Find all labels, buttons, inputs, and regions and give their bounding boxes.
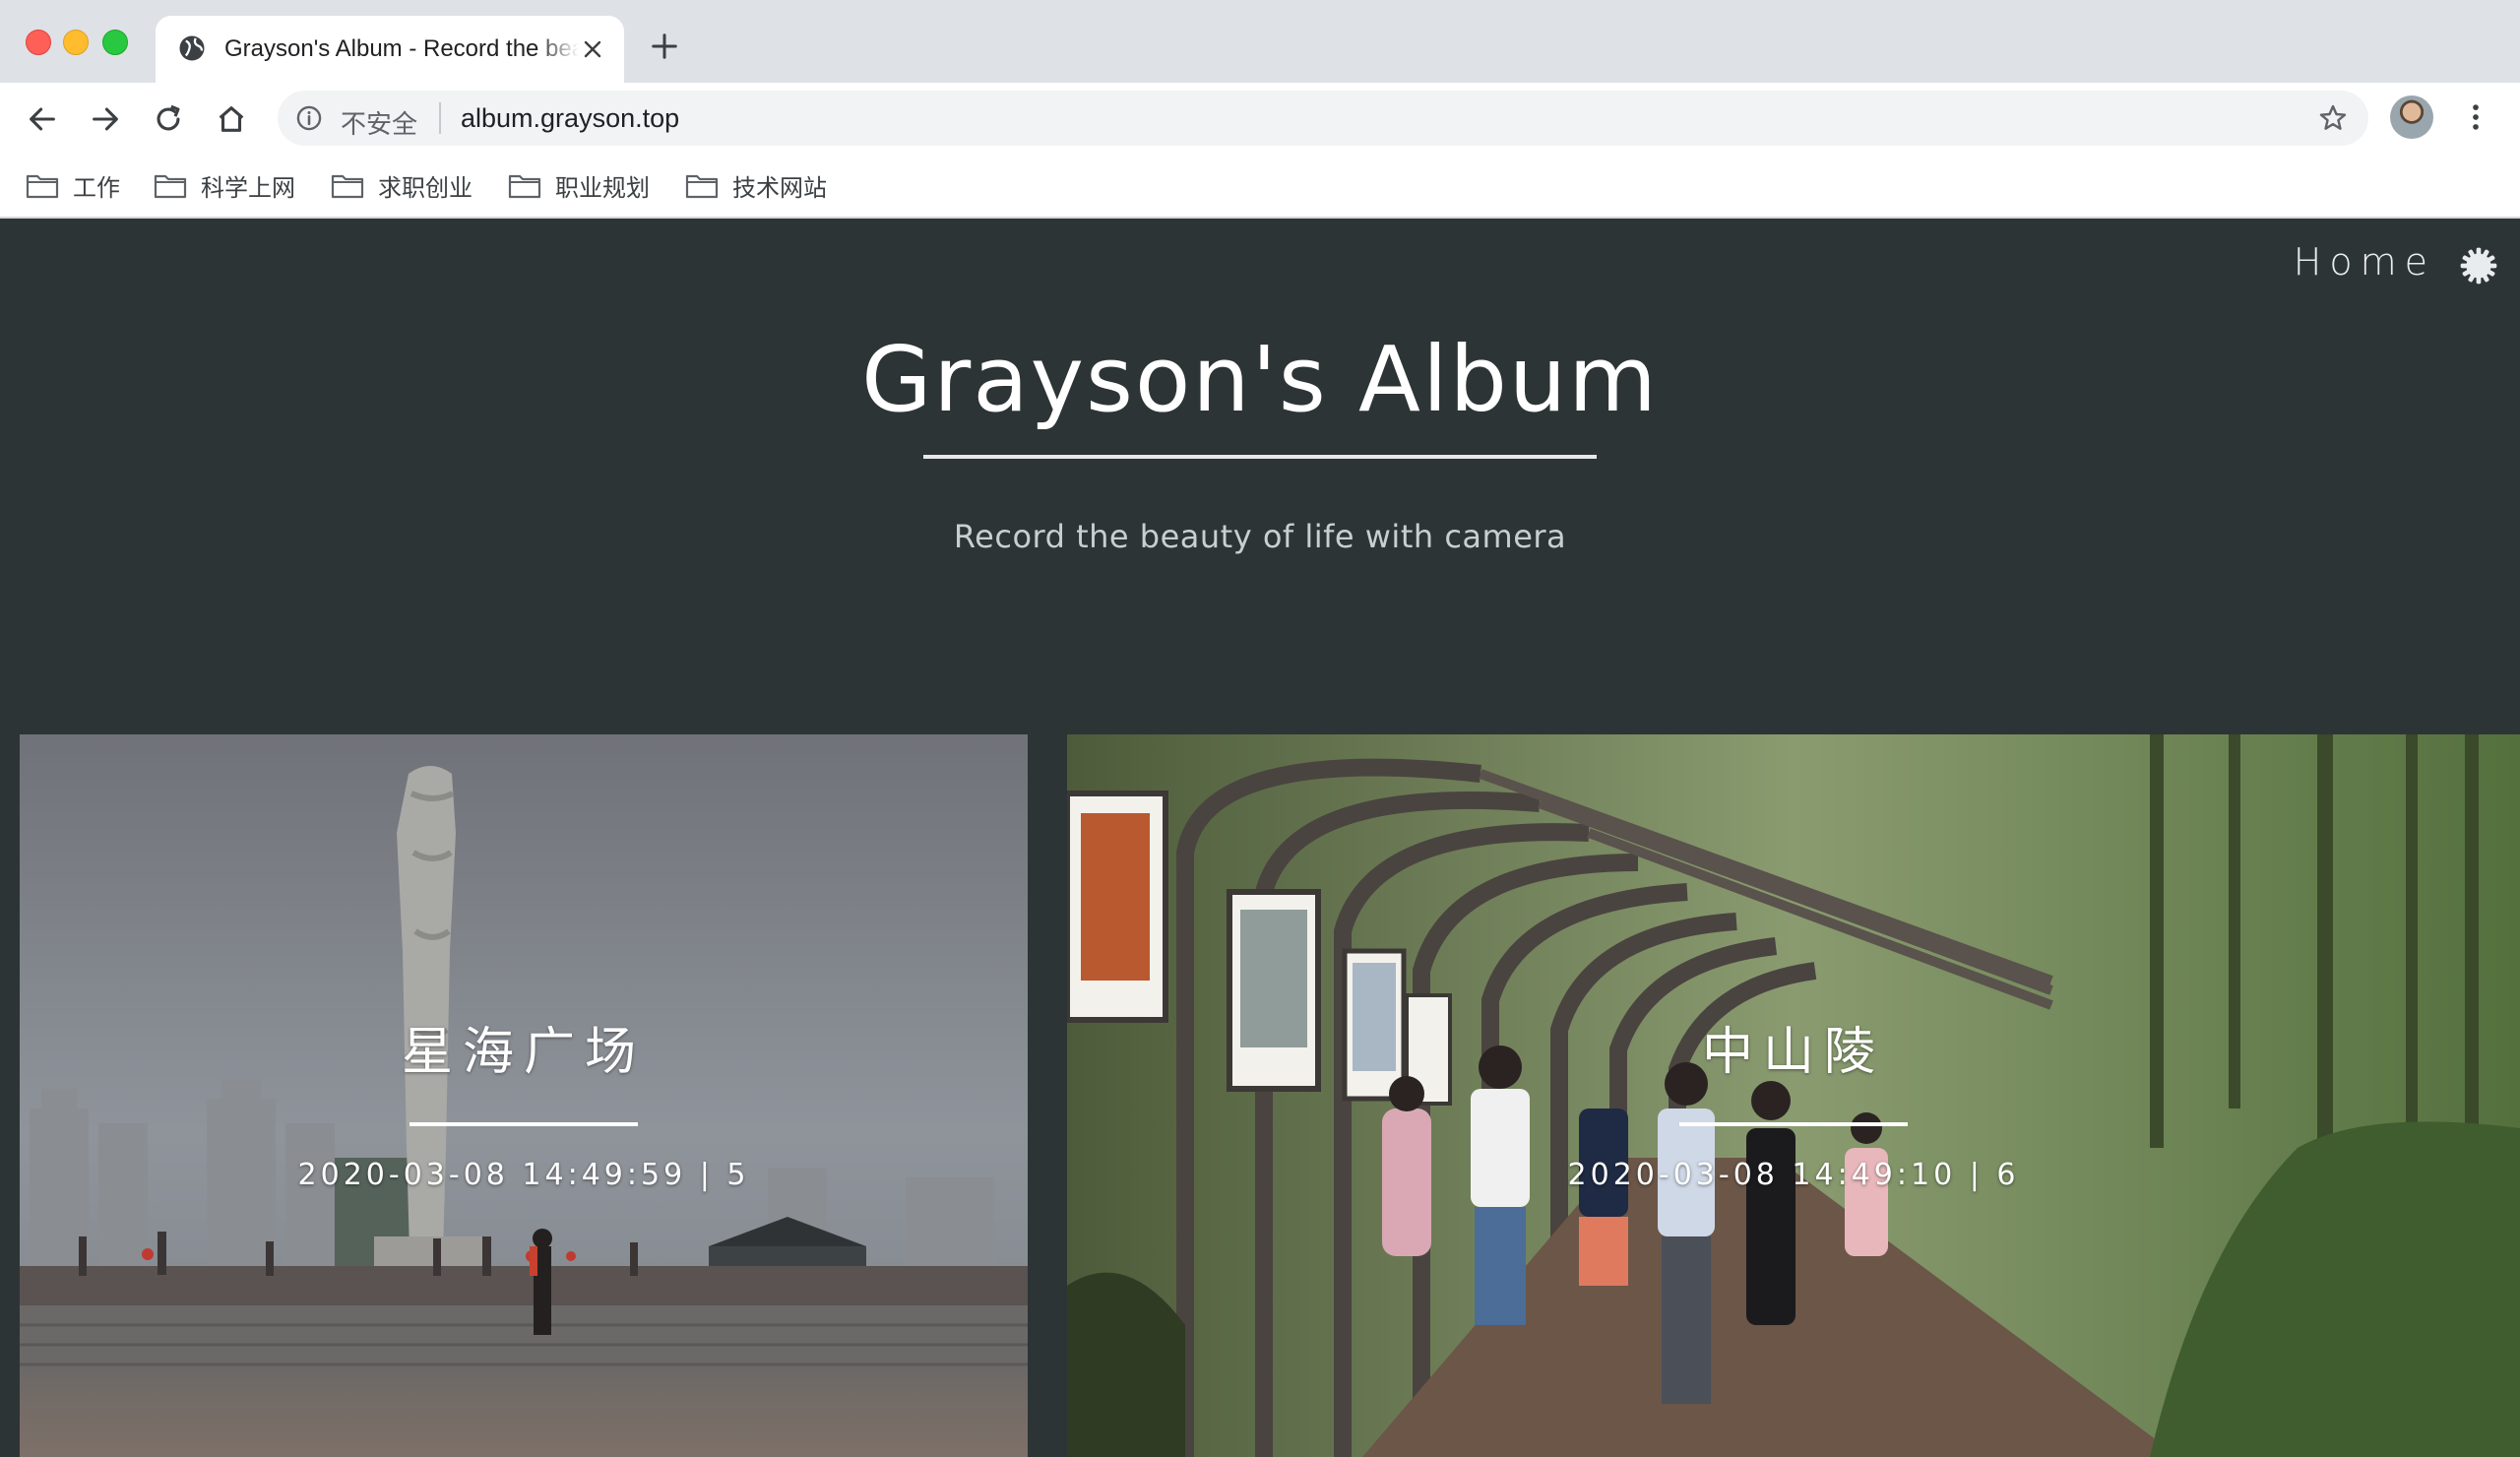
new-tab-icon[interactable] [650, 32, 679, 61]
site-title: Grayson's Album [861, 327, 1659, 432]
folder-icon [26, 174, 59, 199]
album-card[interactable]: 中山陵 2020-03-08 14:49:10 | 6 [1067, 734, 2520, 1457]
bookmark-star-icon[interactable] [2317, 102, 2349, 134]
album-cover-photo [20, 734, 1028, 1457]
maximize-window-button[interactable] [102, 30, 128, 55]
site-subtitle: Record the beauty of life with camera [953, 518, 1567, 555]
profile-avatar[interactable] [2390, 95, 2433, 139]
home-icon[interactable] [215, 102, 248, 136]
album-title-underline [1679, 1122, 1908, 1126]
forward-arrow-icon[interactable] [89, 102, 122, 136]
album-meta: 2020-03-08 14:49:10 | 6 [1567, 1158, 2020, 1192]
globe-icon [179, 35, 205, 61]
bookmark-label: 求职创业 [378, 173, 472, 202]
more-vert-icon[interactable] [2459, 100, 2492, 134]
bookmark-label: 工作 [73, 173, 120, 202]
tab-active[interactable]: Grayson's Album - Record the beauty of l… [156, 16, 624, 83]
close-tab-icon[interactable] [581, 37, 604, 61]
album-page: Home Grayson's Album Record the beauty o… [0, 219, 2520, 1457]
album-card[interactable]: 星海广场 2020-03-08 14:49:59 | 5 [20, 734, 1028, 1457]
title-underline [923, 455, 1597, 459]
bookmark-folder[interactable]: 求职创业 [331, 167, 472, 203]
folder-icon [154, 174, 187, 199]
bookmark-folder[interactable]: 科学上网 [154, 167, 295, 203]
folder-icon [331, 174, 364, 199]
address-bar[interactable]: 不安全 album.grayson.top [278, 91, 2368, 146]
close-window-button[interactable] [26, 30, 51, 55]
bookmark-label: 职业规划 [555, 173, 650, 202]
reload-icon[interactable] [152, 102, 185, 136]
info-icon[interactable] [295, 104, 323, 132]
album-cover-photo [1067, 734, 2520, 1457]
tab-title: Grayson's Album - Record the beauty of l… [224, 35, 579, 62]
minimize-window-button[interactable] [63, 30, 89, 55]
bookmark-folder[interactable]: 技术网站 [685, 167, 827, 203]
back-arrow-icon[interactable] [26, 102, 59, 136]
bookmark-folder[interactable]: 职业规划 [508, 167, 650, 203]
bookmarks-bar: 工作 科学上网 求职创业 职业规划 技术网站 [0, 154, 2520, 219]
album-title-underline [410, 1122, 638, 1126]
folder-icon [685, 174, 719, 199]
home-nav-link[interactable]: Home [2294, 240, 2435, 284]
folder-icon [508, 174, 541, 199]
album-title: 中山陵 [1701, 1023, 1885, 1082]
bookmark-label: 技术网站 [732, 173, 827, 202]
bookmark-folder[interactable]: 工作 [26, 167, 120, 203]
album-title: 星海广场 [401, 1023, 646, 1082]
security-label: 不安全 [341, 109, 418, 139]
album-meta: 2020-03-08 14:49:59 | 5 [297, 1158, 750, 1192]
gear-icon[interactable] [2459, 246, 2498, 285]
url-text[interactable]: album.grayson.top [461, 103, 679, 134]
browser-titlebar: Grayson's Album - Record the beauty of l… [0, 0, 2520, 83]
bookmark-label: 科学上网 [201, 173, 295, 202]
browser-toolbar: 不安全 album.grayson.top [0, 83, 2520, 154]
divider [439, 102, 441, 134]
